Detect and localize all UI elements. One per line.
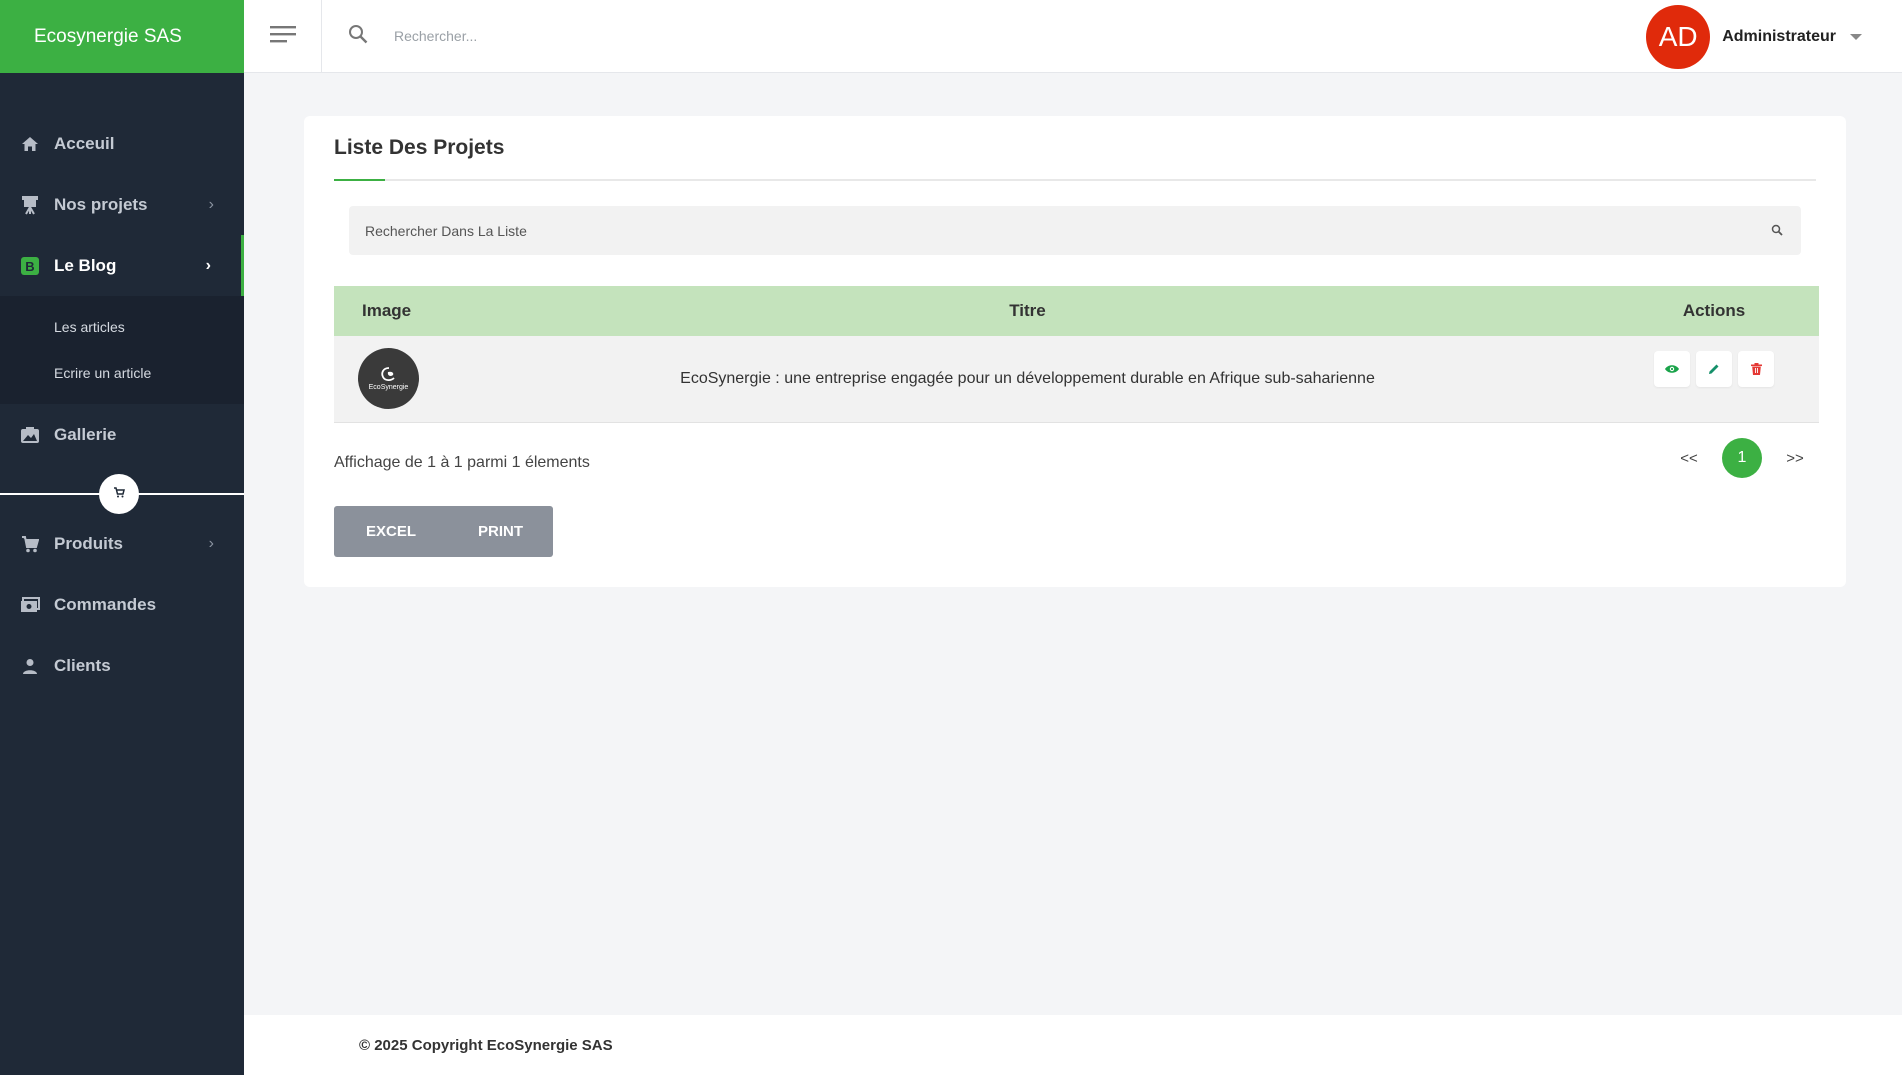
user-menu[interactable]: AD Administrateur <box>1646 5 1862 69</box>
gallery-icon <box>20 425 40 445</box>
sidebar-item-commandes[interactable]: Commandes <box>0 574 244 635</box>
sidebar-item-le-blog[interactable]: B Le Blog › <box>0 235 244 296</box>
pagination-info: Affichage de 1 à 1 parmi 1 élements <box>334 454 590 471</box>
cart-icon <box>20 534 40 554</box>
thumbnail-caption: EcoSynergie <box>368 383 409 391</box>
column-header-image: Image <box>362 301 412 320</box>
cart-icon <box>113 485 125 503</box>
pencil-icon <box>1709 364 1719 374</box>
blog-submenu: Les articles Ecrire un article <box>0 296 244 404</box>
search-icon[interactable] <box>1771 223 1783 241</box>
excel-button[interactable]: EXCEL <box>366 523 416 540</box>
sidebar-item-label: Clients <box>54 655 111 675</box>
sidebar-item-label: Gallerie <box>54 424 117 444</box>
edit-button[interactable] <box>1696 350 1732 387</box>
submenu-item-ecrire-article[interactable]: Ecrire un article <box>0 350 244 396</box>
list-search-box <box>349 206 1801 255</box>
user-name: Administrateur <box>1722 28 1836 45</box>
export-button-group: EXCEL PRINT <box>334 506 553 557</box>
sidebar-item-label: Commandes <box>54 594 157 614</box>
cell-title: EcoSynergie : une entreprise engagée pou… <box>680 369 1375 387</box>
sidebar: Ecosynergie SAS Acceuil Nos projets › B … <box>0 0 244 1075</box>
view-button[interactable] <box>1654 350 1690 387</box>
sidebar-item-produits[interactable]: Produits › <box>0 513 244 574</box>
brand-title[interactable]: Ecosynergie SAS <box>0 0 244 73</box>
sidebar-item-nos-projets[interactable]: Nos projets › <box>0 174 244 235</box>
page-1-button[interactable]: 1 <box>1722 438 1762 478</box>
projector-icon <box>20 195 40 215</box>
chevron-right-icon: › <box>208 195 214 213</box>
next-page-button[interactable]: >> <box>1780 450 1810 467</box>
cell-actions <box>1609 336 1819 422</box>
leaf-logo-icon <box>380 366 395 381</box>
sidebar-item-gallerie[interactable]: Gallerie <box>0 404 244 465</box>
money-icon <box>20 595 40 615</box>
prev-page-button[interactable]: << <box>1674 450 1704 467</box>
table-row: EcoSynergie EcoSynergie : une entreprise… <box>334 336 1819 422</box>
pagination: << 1 >> <box>1674 438 1810 478</box>
avatar: AD <box>1646 5 1711 69</box>
row-actions <box>1609 350 1819 387</box>
delete-button[interactable] <box>1738 350 1774 387</box>
trash-icon <box>1750 362 1762 375</box>
sidebar-item-label: Acceuil <box>54 133 115 153</box>
project-thumbnail: EcoSynergie <box>358 348 419 410</box>
projects-table: Image Titre Actions EcoSynergie EcoSyner… <box>334 286 1819 423</box>
title-underline <box>334 179 1816 181</box>
global-search-input[interactable] <box>394 22 794 50</box>
search-icon <box>348 24 368 49</box>
chevron-right-icon: › <box>208 534 214 552</box>
svg-text:B: B <box>25 259 34 274</box>
sidebar-item-label: Le Blog <box>54 255 117 275</box>
home-icon <box>20 134 40 154</box>
sidebar-nav: Acceuil Nos projets › B Le Blog › Les ar… <box>0 73 244 696</box>
copyright-text: © 2025 Copyright EcoSynergie SAS <box>359 1036 613 1054</box>
list-search-input[interactable] <box>365 219 1745 243</box>
column-header-actions: Actions <box>1682 301 1746 320</box>
person-icon <box>20 656 40 676</box>
print-button[interactable]: PRINT <box>478 523 523 540</box>
menu-toggle-button[interactable] <box>244 0 322 73</box>
topbar: AD Administrateur <box>244 0 1902 73</box>
chevron-right-icon: › <box>205 256 211 274</box>
projects-card: Liste Des Projets Image Titre Actions Ec… <box>304 116 1846 587</box>
page-title: Liste Des Projets <box>334 136 505 159</box>
eye-icon <box>1665 365 1679 373</box>
menu-icon <box>269 25 296 48</box>
caret-down-icon <box>1850 34 1862 40</box>
cell-image: EcoSynergie <box>334 336 446 422</box>
sidebar-item-label: Produits <box>54 533 123 553</box>
shop-toggle[interactable] <box>99 474 139 514</box>
blog-icon: B <box>20 256 40 276</box>
sidebar-item-clients[interactable]: Clients <box>0 635 244 696</box>
table-header-row: Image Titre Actions <box>334 286 1819 336</box>
submenu-item-les-articles[interactable]: Les articles <box>0 304 244 350</box>
sidebar-item-label: Nos projets <box>54 194 148 214</box>
sidebar-item-acceuil[interactable]: Acceuil <box>0 113 244 174</box>
sidebar-divider <box>0 473 244 514</box>
footer: © 2025 Copyright EcoSynergie SAS <box>244 1015 1902 1075</box>
column-header-titre: Titre <box>1009 301 1046 320</box>
